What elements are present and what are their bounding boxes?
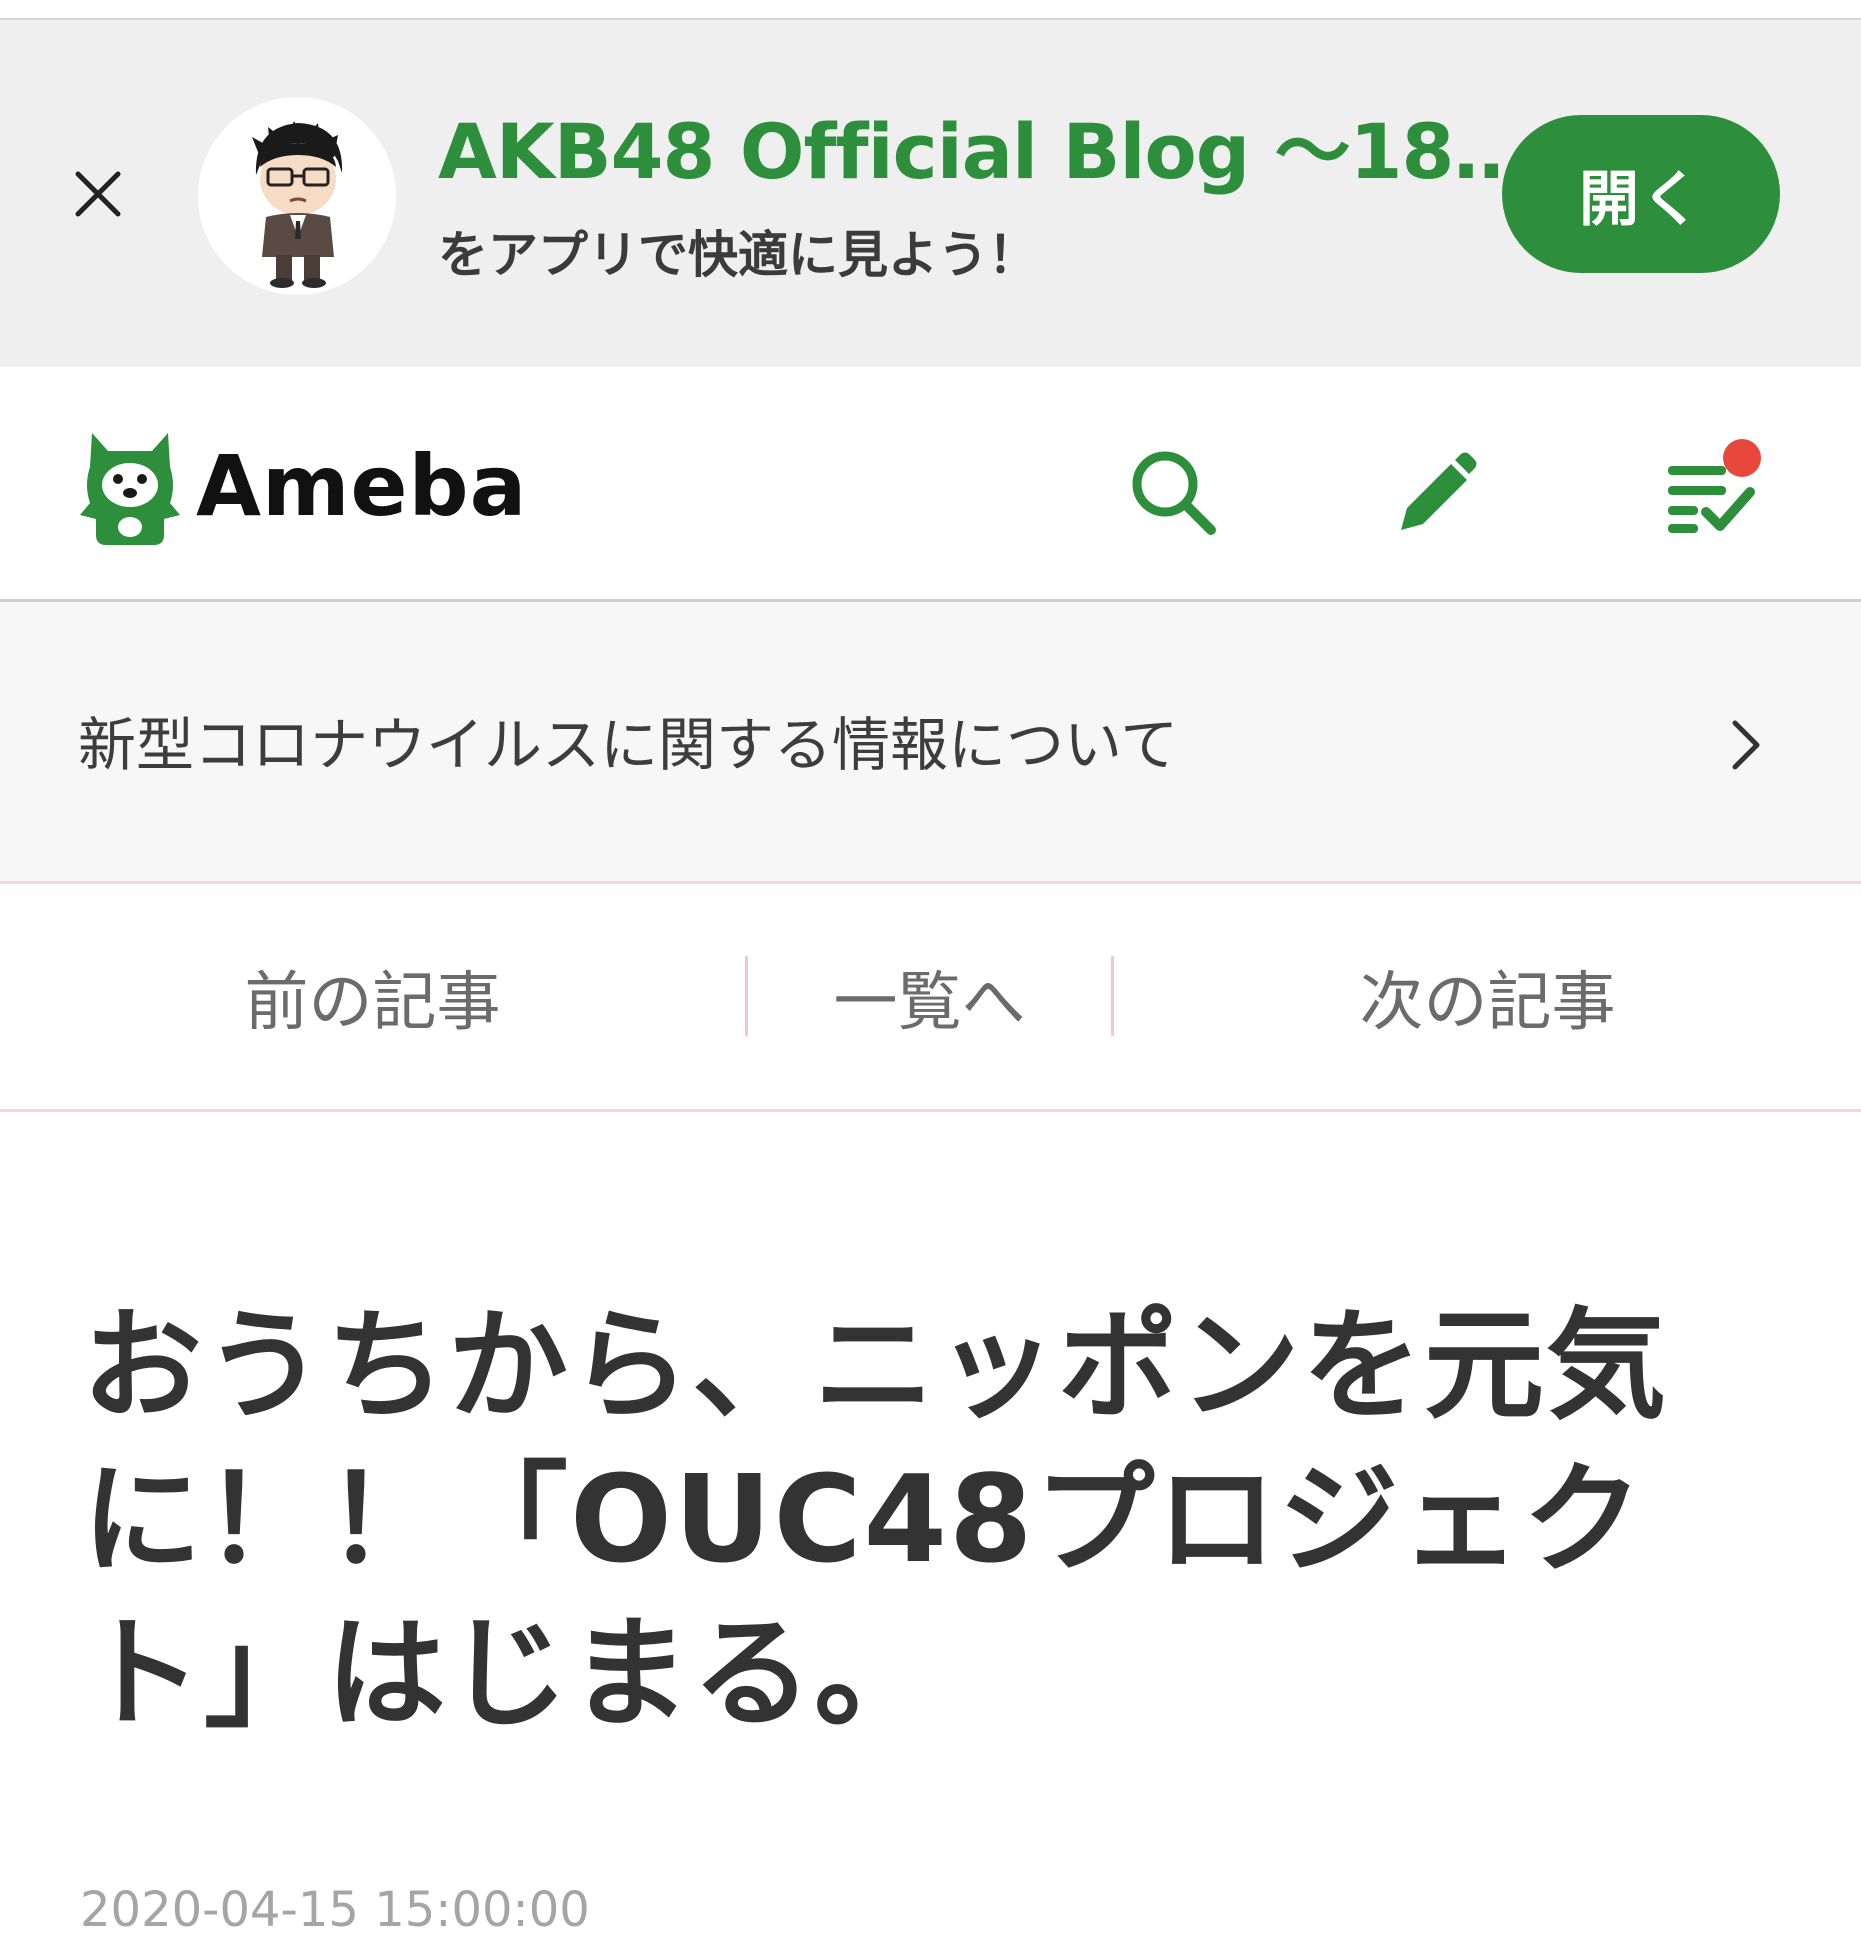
chevron-right-icon xyxy=(1732,720,1760,770)
write-button[interactable] xyxy=(1380,437,1490,547)
article-date: 2020-04-15 15:00:00 xyxy=(80,1882,590,1938)
close-banner-button[interactable] xyxy=(62,158,134,230)
ameba-logo[interactable]: Ameba xyxy=(78,423,527,549)
next-article-link[interactable]: 次の記事 xyxy=(1114,884,1861,1109)
notice-text: 新型コロナウイルスに関する情報について xyxy=(78,711,1179,779)
banner-subtitle: をアプリで快適に見よう！ xyxy=(438,226,1038,284)
prev-article-link[interactable]: 前の記事 xyxy=(0,884,745,1109)
banner-title: AKB48 Official Blog ～18… xyxy=(438,107,1529,196)
blog-avatar xyxy=(198,97,396,295)
covid-notice-link[interactable]: 新型コロナウイルスに関する情報について xyxy=(0,602,1861,884)
article-title: おうちから、ニッポンを元気に！！「OUC48プロジェクト」はじまる。 xyxy=(82,1297,1668,1744)
top-border xyxy=(0,0,1861,20)
article-navigation: 前の記事 一覧へ 次の記事 xyxy=(0,884,1861,1112)
site-header: Ameba xyxy=(0,367,1861,602)
ameba-mascot-icon xyxy=(80,433,180,545)
article-list-link[interactable]: 一覧へ xyxy=(748,884,1111,1109)
feed-button[interactable] xyxy=(1655,437,1765,547)
search-button[interactable] xyxy=(1118,437,1228,547)
logo-text: Ameba xyxy=(196,437,528,535)
close-icon xyxy=(75,171,121,217)
pencil-icon xyxy=(1401,452,1477,530)
notification-dot xyxy=(1723,439,1761,477)
search-icon xyxy=(1132,451,1216,535)
open-app-button[interactable]: 開く xyxy=(1502,115,1780,273)
app-banner: AKB48 Official Blog ～18… をアプリで快適に見よう！ 開く xyxy=(0,20,1861,367)
